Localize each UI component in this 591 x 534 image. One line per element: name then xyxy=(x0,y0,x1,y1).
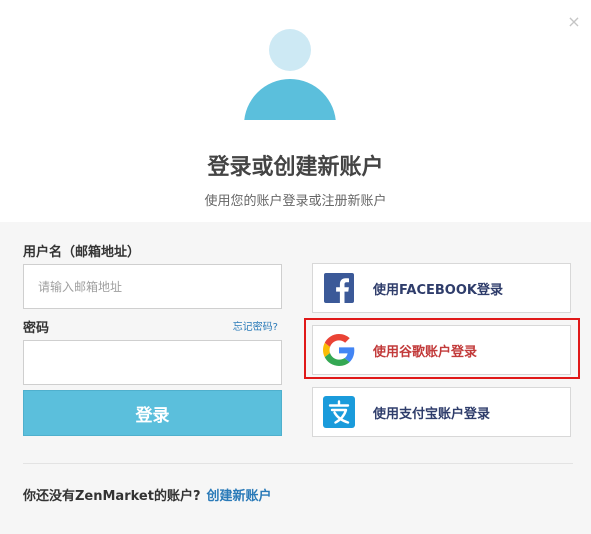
avatar-head xyxy=(269,29,311,71)
footer-divider xyxy=(23,463,573,464)
alipay-login-label: 使用支付宝账户登录 xyxy=(373,406,491,422)
footer: 你还没有ZenMarket的账户? 创建新账户 xyxy=(23,485,272,504)
forgot-password-link[interactable]: 忘记密码? xyxy=(214,318,278,333)
avatar-icon xyxy=(244,29,336,150)
dialog-title: 登录或创建新账户 xyxy=(207,155,384,180)
google-login-button[interactable]: 使用谷歌账户登录 xyxy=(312,325,571,375)
login-button[interactable]: 登录 xyxy=(23,390,282,436)
email-label: 用户名（邮箱地址） xyxy=(23,245,141,260)
facebook-login-label: 使用FACEBOOK登录 xyxy=(373,282,503,298)
dialog-subtitle: 使用您的账户登录或注册新账户 xyxy=(204,194,387,209)
no-account-text: 你还没有ZenMarket的账户? xyxy=(23,489,201,504)
avatar-body-base xyxy=(244,120,336,150)
close-icon[interactable]: × xyxy=(566,14,582,30)
email-field[interactable] xyxy=(23,264,282,309)
facebook-login-button[interactable]: 使用FACEBOOK登录 xyxy=(312,263,571,313)
google-login-label: 使用谷歌账户登录 xyxy=(373,344,478,360)
google-icon xyxy=(322,333,356,367)
create-account-link[interactable]: 创建新账户 xyxy=(207,489,272,504)
facebook-icon xyxy=(322,271,356,305)
alipay-login-button[interactable]: 使用支付宝账户登录 xyxy=(312,387,571,437)
password-label: 密码 xyxy=(23,321,50,336)
alipay-icon xyxy=(322,395,356,429)
password-field[interactable] xyxy=(23,340,282,385)
